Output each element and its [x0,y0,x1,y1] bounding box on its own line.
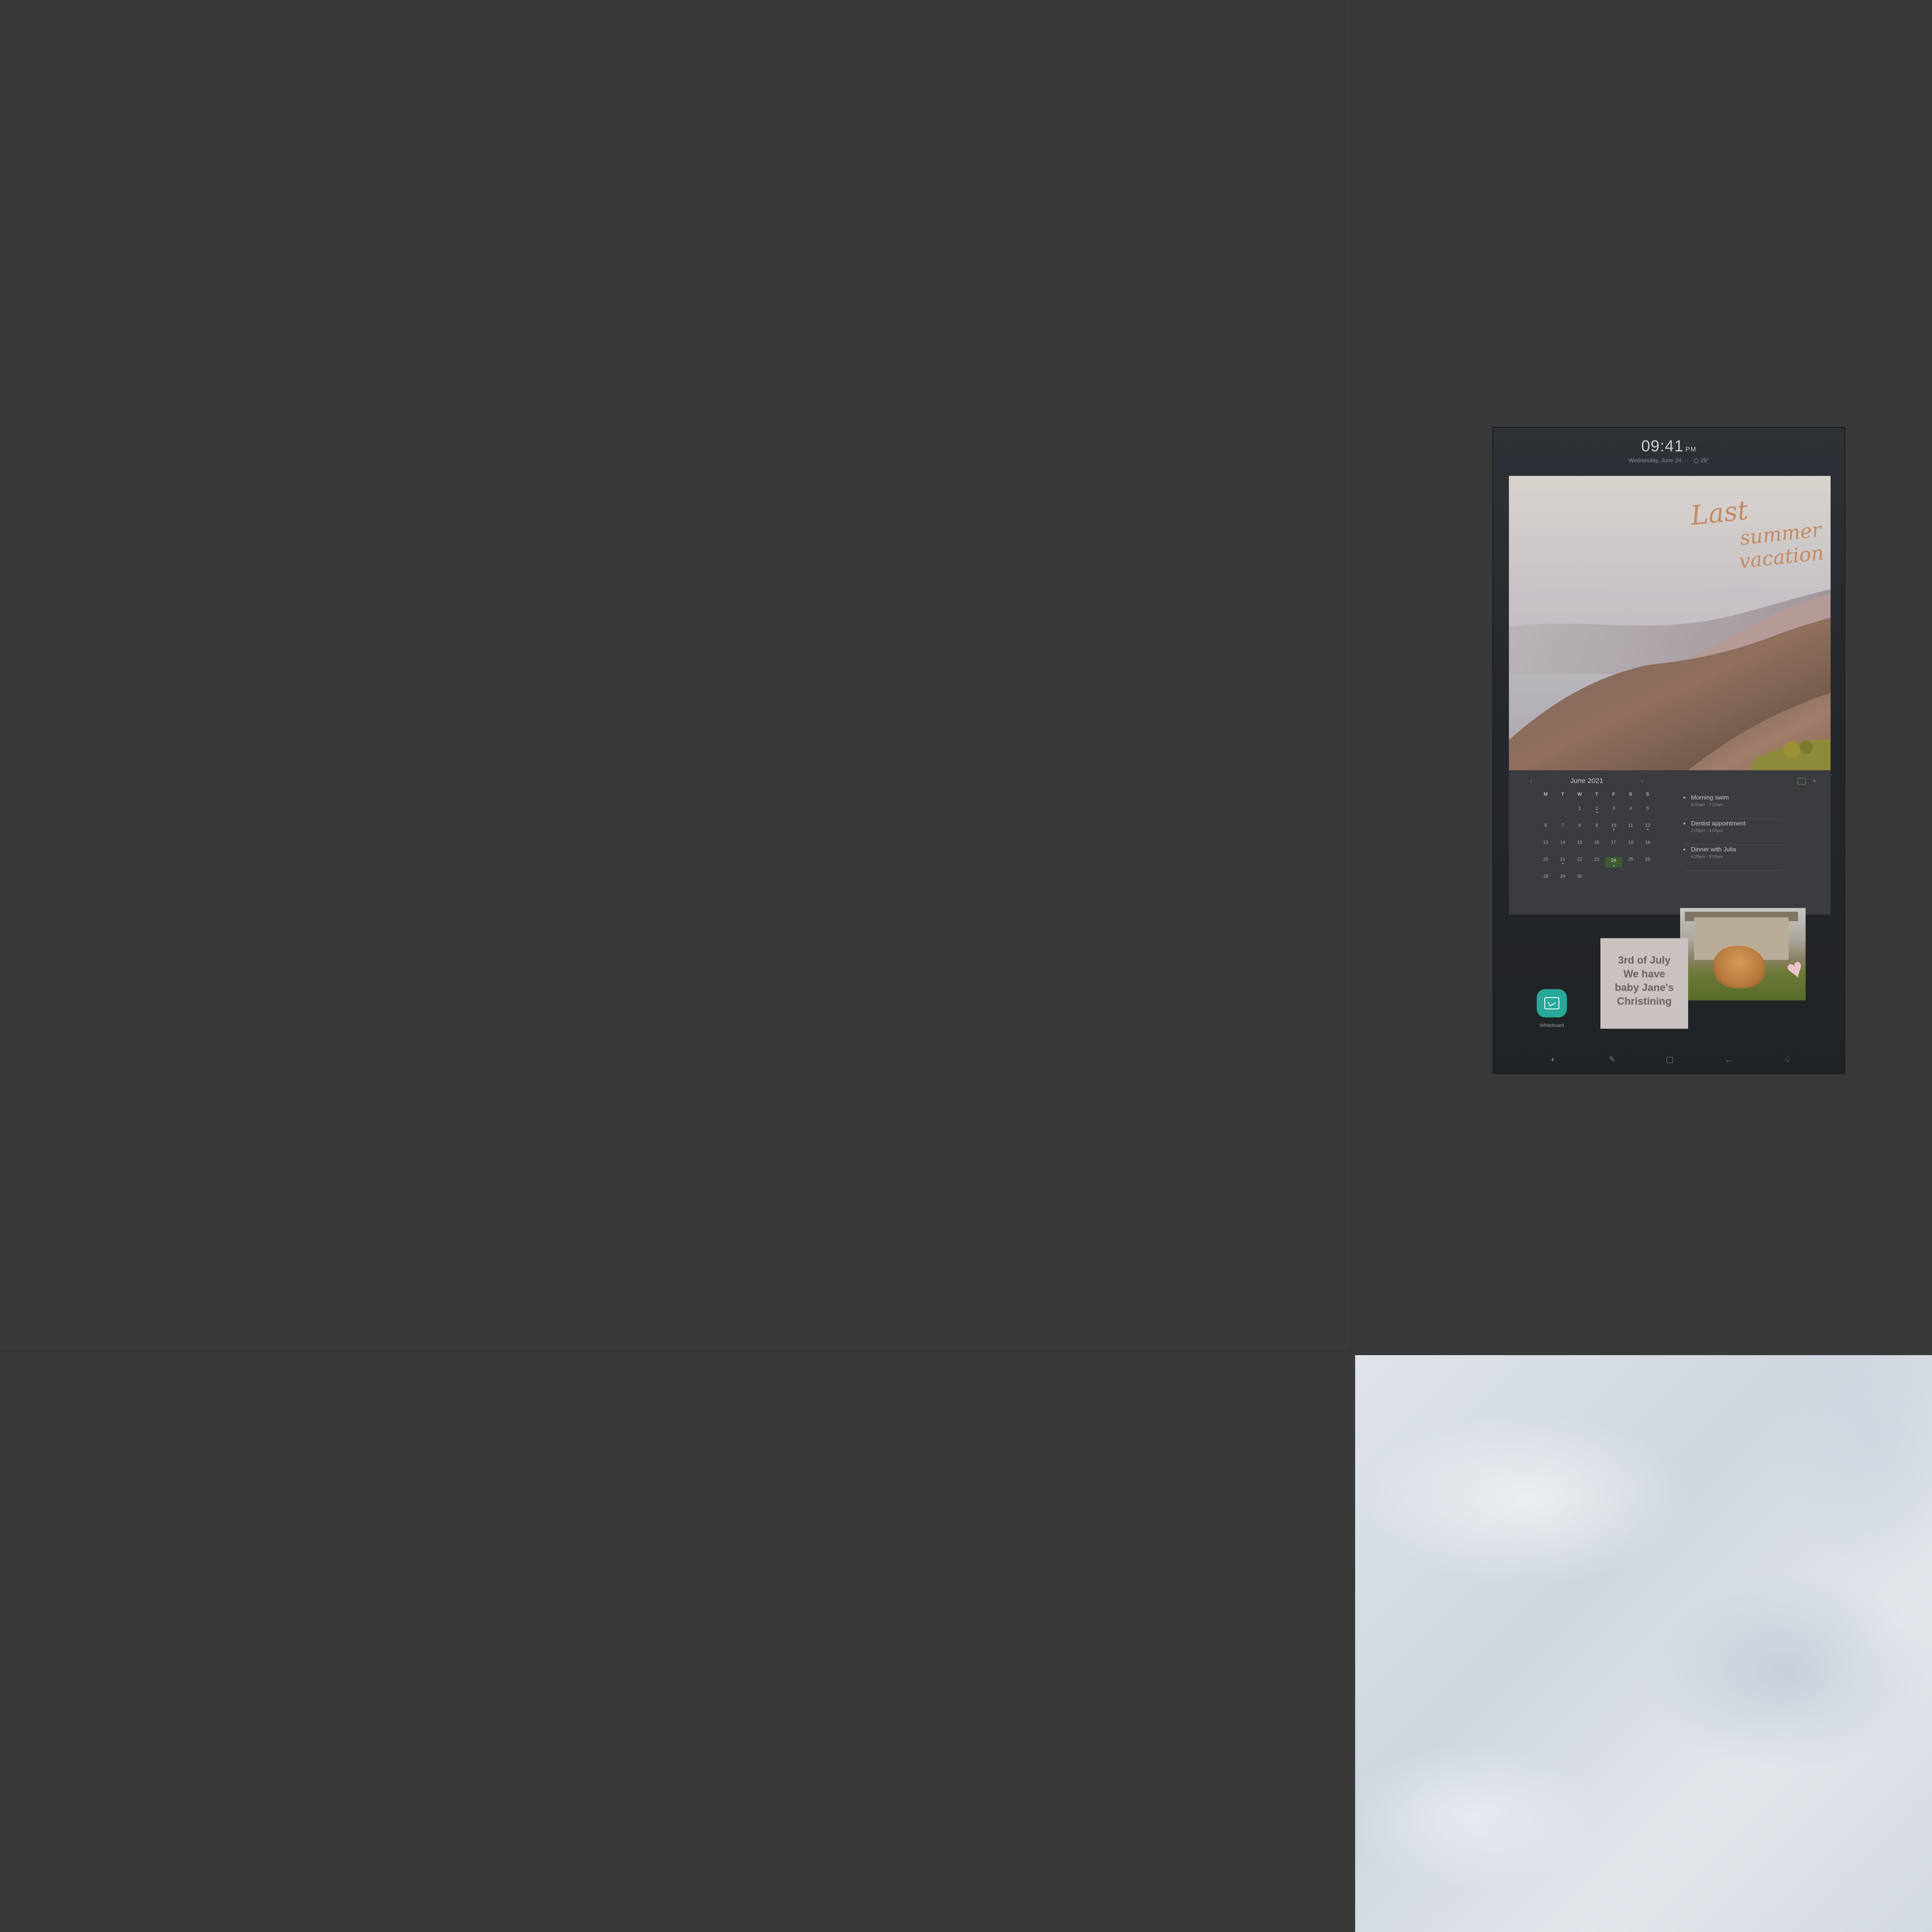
event-dot [1647,829,1649,830]
event-bullet [1683,849,1685,850]
event-title: Dinner with Julia [1691,846,1736,853]
calendar-day[interactable]: 26 [1639,857,1656,862]
calendar-day[interactable]: 3 [1605,806,1622,811]
calendar-day[interactable]: 7 [1554,823,1571,828]
calendar-widget: ‹ June 2021 › + M T W T F S S 1 2 3 4 5 6 7 8 9 10 11 12 13… [1509,770,1831,915]
calendar-day[interactable]: 19 [1639,840,1656,845]
back-icon[interactable]: ← [1720,1052,1739,1066]
photo-caption: Last summer vacation [1676,488,1824,579]
calendar-day-of-week: W [1577,792,1582,797]
event-item[interactable]: Dentist appointment 2:00pm - 3:00pm [1683,820,1782,845]
calendar-day[interactable]: 21 [1554,857,1571,864]
calendar-day[interactable]: 8 [1571,823,1588,828]
calendar-view-icon[interactable] [1797,778,1806,785]
calendar-day[interactable]: 1 [1571,806,1588,811]
calendar-day-of-week: F [1612,792,1616,797]
calendar-tools: + [1797,777,1816,785]
calendar-day[interactable]: 25 [1622,857,1639,862]
event-bullet [1683,797,1685,799]
calendar-day[interactable]: 6 [1537,823,1554,828]
vertical-divider [1350,0,1351,1351]
weather-icon [1694,458,1699,463]
calendar-day-of-week: S [1629,792,1632,797]
note-line: baby Jane's [1615,982,1674,993]
event-time: 2:00pm - 3:00pm [1691,828,1724,833]
clock-ampm: PM [1685,445,1697,453]
event-bullet [1683,823,1685,824]
event-dot [1562,863,1564,864]
note-line: 3rd of July [1618,954,1671,966]
pen-icon[interactable]: ✎ [1603,1052,1622,1066]
dog [1713,946,1765,988]
calendar-day[interactable]: 5 [1639,806,1656,811]
app-label: Whiteboard [1540,1023,1564,1028]
device-screen: 09:41 PM Wednesday, June 24 · 29° Last s… [1492,427,1845,1074]
weather-text: 29° [1700,457,1709,464]
event-title: Dentist appointment [1691,820,1746,827]
dog-photo[interactable] [1680,908,1806,1000]
event-dot [1596,812,1598,813]
calendar-day-of-week: S [1646,792,1649,797]
calendar-day[interactable]: 12 [1639,823,1656,830]
calendar-day[interactable]: 17 [1605,840,1622,845]
calendar-day[interactable]: 30 [1571,874,1588,879]
navigation-bar: ◐ ✎ ▢ ← ♤ [1493,1052,1844,1066]
event-dot [1613,829,1615,830]
vacation-photo[interactable]: Last summer vacation [1509,476,1831,770]
clock-time: 09:41 [1641,437,1684,455]
event-title: Morning swim [1691,794,1729,801]
calendar-day[interactable]: 18 [1622,840,1639,845]
calendar-day[interactable]: 15 [1571,840,1588,845]
calendar-day[interactable]: 4 [1622,806,1639,811]
notification-icon[interactable]: ♤ [1778,1052,1797,1066]
event-time: 6:00am - 7:00am [1691,802,1724,807]
horizontal-divider [0,1350,1350,1351]
calendar-day[interactable]: 16 [1588,840,1605,845]
home-icon[interactable]: ▢ [1660,1052,1679,1066]
calendar-header: ‹ June 2021 › [1530,777,1643,787]
clock: 09:41 PM [1493,437,1844,456]
date-text: Wednesday, June 24 [1628,457,1682,464]
date-weather-line: Wednesday, June 24 · 29° [1493,457,1844,464]
calendar-day-of-week: M [1543,792,1548,797]
event-list: Morning swim 6:00am - 7:00am Dentist app… [1683,794,1782,872]
calendar-day[interactable]: 20 [1537,857,1554,862]
whiteboard-glyph [1544,997,1559,1009]
calendar-day[interactable]: 11 [1622,823,1639,828]
add-event-icon[interactable]: + [1813,777,1816,784]
calendar-day-of-week: T [1595,792,1599,797]
event-item[interactable]: Morning swim 6:00am - 7:00am [1683,794,1782,819]
bixby-icon[interactable]: ◐ [1544,1052,1563,1066]
note-line: We have [1623,968,1666,980]
event-dot [1613,865,1615,866]
whiteboard-icon[interactable] [1537,989,1567,1017]
calendar-day[interactable]: 14 [1554,840,1571,845]
calendar-day[interactable]: 10 [1605,823,1622,830]
calendar-day[interactable]: 28 [1537,874,1554,879]
calendar-day-selected[interactable]: 24 [1605,857,1622,867]
chevron-right-icon[interactable]: › [1641,777,1643,785]
calendar-day[interactable]: 29 [1554,874,1571,879]
calendar-day[interactable]: 13 [1537,840,1554,845]
sticky-note[interactable]: 3rd of July We have baby Jane's Christin… [1600,938,1688,1029]
calendar-day[interactable]: 22 [1571,857,1588,862]
calendar-day[interactable]: 9 [1588,823,1605,828]
calendar-day[interactable]: 23 [1588,857,1605,862]
note-line: Christining [1616,995,1672,1007]
calendar-month-title: June 2021 [1570,777,1604,785]
marble-texture-panel [1355,1355,1932,1932]
separator: · [1686,457,1689,464]
event-item[interactable]: Dinner with Julia 6:30pm - 8:00pm [1683,846,1782,871]
event-time: 6:30pm - 8:00pm [1691,854,1724,859]
calendar-day-of-week: T [1561,792,1565,797]
calendar-day[interactable]: 2 [1588,806,1605,813]
